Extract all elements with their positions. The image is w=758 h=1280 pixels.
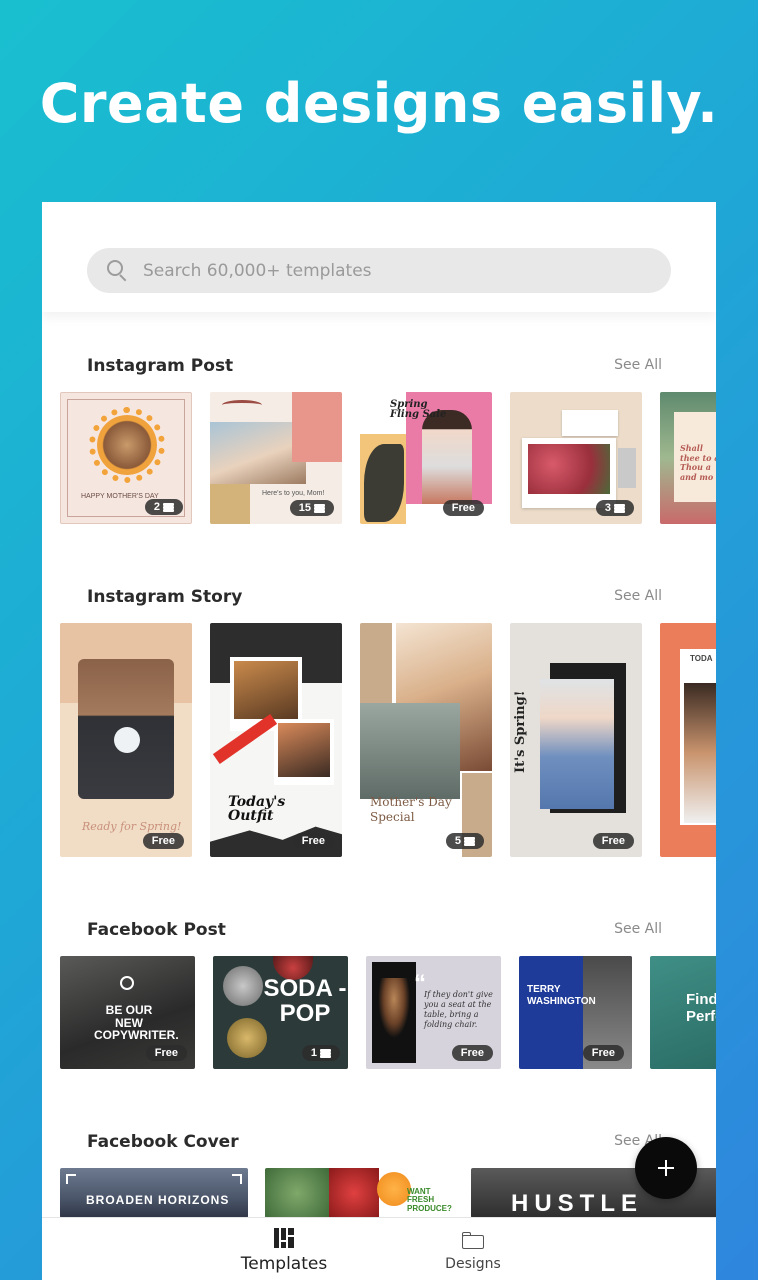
- folder-icon: [462, 1232, 484, 1249]
- template-card[interactable]: SODA - POP 1: [213, 956, 348, 1069]
- template-card[interactable]: HAPPY MOTHER'S DAY 2: [60, 392, 192, 524]
- template-card[interactable]: Spring Fling Sale Free: [360, 392, 492, 524]
- nav-designs-label: Designs: [445, 1256, 501, 1272]
- nav-templates-label: Templates: [240, 1254, 328, 1274]
- template-card[interactable]: It's Spring! Free: [510, 623, 642, 857]
- card-text: Here's to you, Mom!: [262, 490, 325, 497]
- free-badge: Free: [292, 833, 334, 849]
- card-text: Mother's Day Special: [370, 795, 452, 824]
- template-card[interactable]: BROADEN HORIZONS: [60, 1168, 248, 1218]
- nav-templates[interactable]: Templates: [214, 1218, 354, 1280]
- template-card[interactable]: TERRY WASHINGTON Free: [519, 956, 632, 1069]
- create-design-button[interactable]: [635, 1137, 697, 1199]
- template-card[interactable]: Find Perfec: [650, 956, 716, 1069]
- pages-badge: 3: [595, 500, 634, 516]
- app-screen: Instagram Post See All HAPPY MOTHER'S DA…: [42, 202, 716, 1280]
- template-card[interactable]: Shall thee to a Thou a and mo: [660, 392, 716, 524]
- free-badge: Free: [451, 1045, 493, 1061]
- card-text: It's Spring!: [513, 690, 528, 773]
- pages-badge: 15: [289, 500, 334, 516]
- section-title: Instagram Story: [87, 587, 243, 607]
- card-text: BE OUR NEW COPYWRITER.: [94, 1003, 179, 1043]
- section-title: Facebook Cover: [87, 1132, 239, 1152]
- template-card[interactable]: TODA: [660, 623, 716, 857]
- free-badge: Free: [145, 1045, 187, 1061]
- section-title: Instagram Post: [87, 356, 234, 376]
- templates-grid-icon: [274, 1228, 294, 1248]
- card-text: HAPPY MOTHER'S DAY: [81, 493, 159, 500]
- see-all-link[interactable]: See All: [614, 357, 662, 373]
- card-text: HUSTLE: [511, 1190, 643, 1217]
- template-card[interactable]: WANT FRESH PRODUCE?: [265, 1168, 453, 1218]
- template-card[interactable]: BE OUR NEW COPYWRITER. Free: [60, 956, 195, 1069]
- see-all-link[interactable]: See All: [614, 921, 662, 937]
- card-text: WANT FRESH PRODUCE?: [407, 1187, 452, 1213]
- card-text: BROADEN HORIZONS: [86, 1193, 230, 1207]
- stack-icon: [163, 502, 174, 512]
- card-text: Ready for Spring!: [82, 820, 182, 833]
- card-text: If they don't give you a seat at the tab…: [424, 990, 493, 1029]
- stack-icon: [464, 836, 475, 846]
- card-text: TERRY WASHINGTON: [527, 984, 596, 1007]
- search-icon: [107, 259, 129, 282]
- free-badge: Free: [442, 500, 484, 516]
- template-card[interactable]: Ready for Spring! Free: [60, 623, 192, 857]
- card-text: Find Perfec: [686, 991, 716, 1025]
- template-card[interactable]: Mother's Day Special 5: [360, 623, 492, 857]
- free-badge: Free: [592, 833, 634, 849]
- search-bar-area: [42, 202, 716, 312]
- template-card[interactable]: “ If they don't give you a seat at the t…: [366, 956, 501, 1069]
- hero-title: Create designs easily.: [39, 72, 719, 135]
- stack-icon: [614, 503, 625, 513]
- section-title: Facebook Post: [87, 920, 226, 940]
- pages-badge: 2: [144, 499, 183, 515]
- stack-icon: [314, 503, 325, 513]
- template-card[interactable]: Here's to you, Mom! 15: [210, 392, 342, 524]
- pages-badge: 5: [445, 833, 484, 849]
- stack-icon: [320, 1048, 331, 1058]
- search-box[interactable]: [87, 248, 671, 293]
- card-text: Spring Fling Sale: [390, 399, 447, 420]
- free-badge: Free: [582, 1045, 624, 1061]
- free-badge: Free: [142, 833, 184, 849]
- bottom-navigation: Templates Designs: [42, 1217, 716, 1280]
- card-text: Today's Outfit: [228, 794, 286, 824]
- card-text: TODA: [690, 654, 713, 663]
- search-input[interactable]: [143, 260, 623, 281]
- pages-badge: 1: [301, 1045, 340, 1061]
- template-card[interactable]: Today's Outfit Free: [210, 623, 342, 857]
- see-all-link[interactable]: See All: [614, 588, 662, 604]
- card-text: Shall thee to a Thou a and mo: [680, 443, 716, 482]
- nav-designs[interactable]: Designs: [403, 1218, 543, 1280]
- template-card[interactable]: 3: [510, 392, 642, 524]
- card-text: SODA - POP: [263, 975, 347, 1028]
